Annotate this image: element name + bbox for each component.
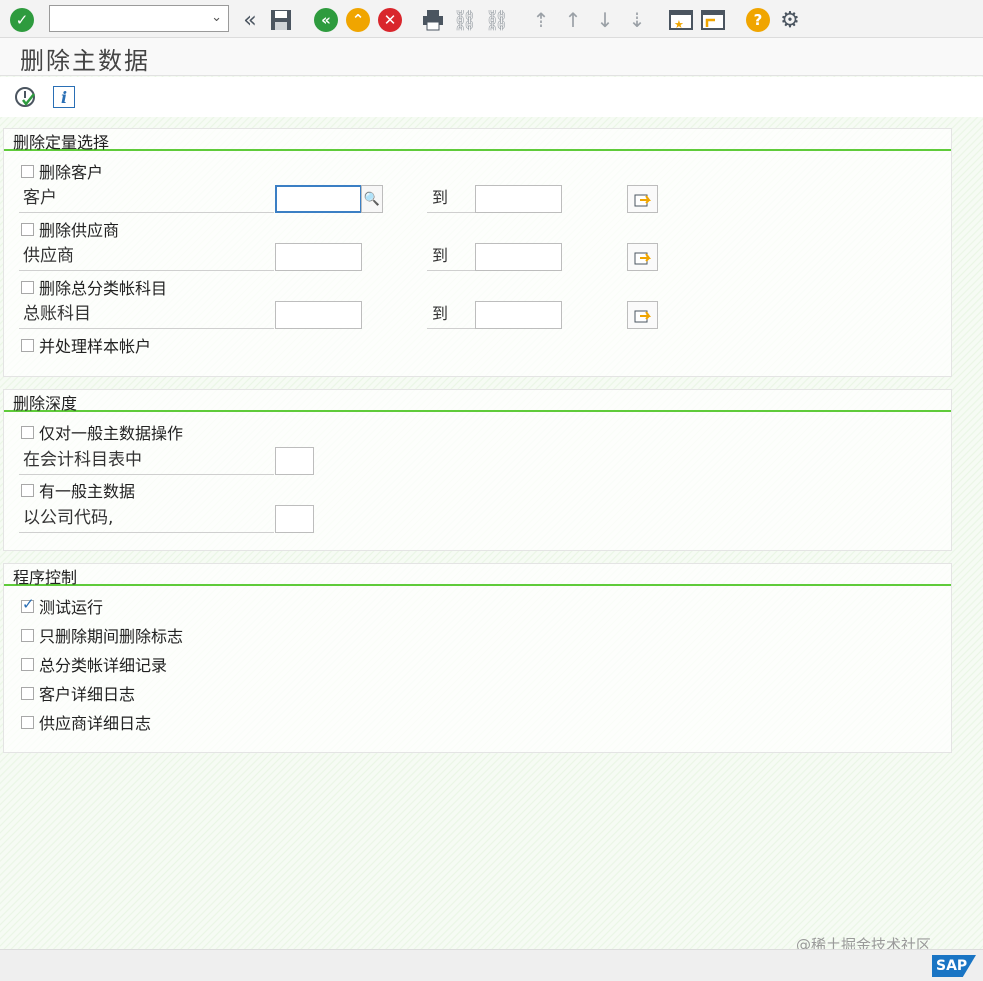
customer-from-input[interactable]	[275, 185, 362, 213]
previous-page-icon: ↑	[564, 8, 582, 32]
cancel-icon[interactable]: ✕	[377, 7, 403, 33]
last-page-icon: ⇣	[628, 8, 646, 32]
to-label: 到	[427, 185, 475, 213]
gl-account-label: 总账科目	[19, 301, 274, 329]
application-toolbar: i	[0, 77, 983, 117]
vendor-to-input[interactable]	[475, 243, 562, 271]
info-icon[interactable]: i	[53, 86, 75, 108]
test-run-checkbox[interactable]	[21, 595, 35, 613]
delete-gl-account-label: 删除总分类帐科目	[39, 279, 168, 298]
customer-detail-log-checkbox[interactable]	[21, 687, 34, 700]
execute-icon[interactable]	[14, 86, 36, 108]
status-bar	[0, 949, 983, 981]
sample-accounts-label: 并处理样本帐户	[39, 337, 152, 356]
customer-detail-log-label: 客户详细日志	[39, 685, 136, 704]
find-next-icon: ⛓	[484, 8, 510, 32]
svg-text:★: ★	[674, 18, 684, 31]
help-icon[interactable]: ?	[745, 7, 771, 33]
with-general-data-label: 有一般主数据	[39, 482, 136, 501]
vendor-label: 供应商	[19, 243, 274, 271]
shortcut-icon[interactable]	[700, 7, 726, 33]
find-icon: ⛓	[452, 8, 478, 32]
collapse-icon[interactable]: «	[237, 7, 263, 33]
to-label: 到	[427, 243, 475, 271]
title-bar: 删除主数据	[0, 38, 983, 76]
gl-detail-log-label: 总分类帐详细记录	[39, 656, 168, 675]
command-field[interactable]: ⌄	[49, 5, 229, 32]
sample-accounts-checkbox[interactable]	[21, 339, 34, 352]
next-page-icon: ↓	[596, 8, 614, 32]
gl-account-from-input[interactable]	[275, 301, 362, 329]
multiple-selection-button[interactable]	[627, 185, 658, 213]
group-deletion-selection: 删除定量选择 删除客户 客户 🔍 到 删除供应商 供应商 到 删除总分类帐科目 …	[3, 128, 952, 377]
delete-vendor-checkbox[interactable]	[21, 223, 34, 236]
delete-vendor-label: 删除供应商	[39, 221, 120, 240]
group-title: 删除定量选择	[13, 133, 110, 152]
system-toolbar: ✓ ⌄ « « ⌃ ✕ ⛓ ⛓ ⇡ ↑ ↓ ⇣ ★ ? ⚙	[0, 0, 983, 38]
vendor-from-input[interactable]	[275, 243, 362, 271]
search-help-icon[interactable]: 🔍	[361, 185, 383, 213]
customer-to-input[interactable]	[475, 185, 562, 213]
test-run-label: 测试运行	[39, 598, 104, 617]
group-header: 程序控制	[4, 564, 951, 587]
page-title: 删除主数据	[20, 47, 150, 75]
with-general-data-checkbox[interactable]	[21, 484, 34, 497]
group-header: 删除深度	[4, 390, 951, 413]
multiple-selection-button[interactable]	[627, 301, 658, 329]
gl-detail-log-checkbox[interactable]	[21, 658, 34, 671]
print-icon[interactable]	[420, 7, 446, 33]
enter-icon[interactable]: ✓	[9, 7, 35, 33]
delete-customer-label: 删除客户	[39, 163, 104, 182]
group-title: 删除深度	[13, 394, 78, 413]
multiple-selection-button[interactable]	[627, 243, 658, 271]
customer-label: 客户	[19, 185, 274, 213]
save-icon[interactable]	[268, 7, 294, 33]
gl-account-to-input[interactable]	[475, 301, 562, 329]
exit-icon[interactable]: ⌃	[345, 7, 371, 33]
create-session-icon[interactable]: ★	[668, 7, 694, 33]
group-title: 程序控制	[13, 568, 78, 587]
company-code-input[interactable]	[275, 505, 314, 533]
deletion-flag-only-checkbox[interactable]	[21, 629, 34, 642]
group-header: 删除定量选择	[4, 129, 951, 152]
to-label: 到	[427, 301, 475, 329]
chart-of-accounts-label: 在会计科目表中	[19, 447, 274, 475]
first-page-icon: ⇡	[532, 8, 550, 32]
delete-gl-account-checkbox[interactable]	[21, 281, 34, 294]
back-icon[interactable]: «	[313, 7, 339, 33]
group-program-control: 程序控制 测试运行 只删除期间删除标志 总分类帐详细记录 客户详细日志 供应商详…	[3, 563, 952, 753]
general-data-only-label: 仅对一般主数据操作	[39, 424, 184, 443]
chart-of-accounts-input[interactable]	[275, 447, 314, 475]
chevron-down-icon[interactable]: ⌄	[211, 10, 222, 25]
group-deletion-depth: 删除深度 仅对一般主数据操作 在会计科目表中 有一般主数据 以公司代码,	[3, 389, 952, 551]
vendor-detail-log-label: 供应商详细日志	[39, 714, 152, 733]
settings-icon[interactable]: ⚙	[777, 7, 803, 33]
deletion-flag-only-label: 只删除期间删除标志	[39, 627, 184, 646]
delete-customer-checkbox[interactable]	[21, 165, 34, 178]
general-data-only-checkbox[interactable]	[21, 426, 34, 439]
vendor-detail-log-checkbox[interactable]	[21, 716, 34, 729]
company-code-label: 以公司代码,	[19, 505, 274, 533]
